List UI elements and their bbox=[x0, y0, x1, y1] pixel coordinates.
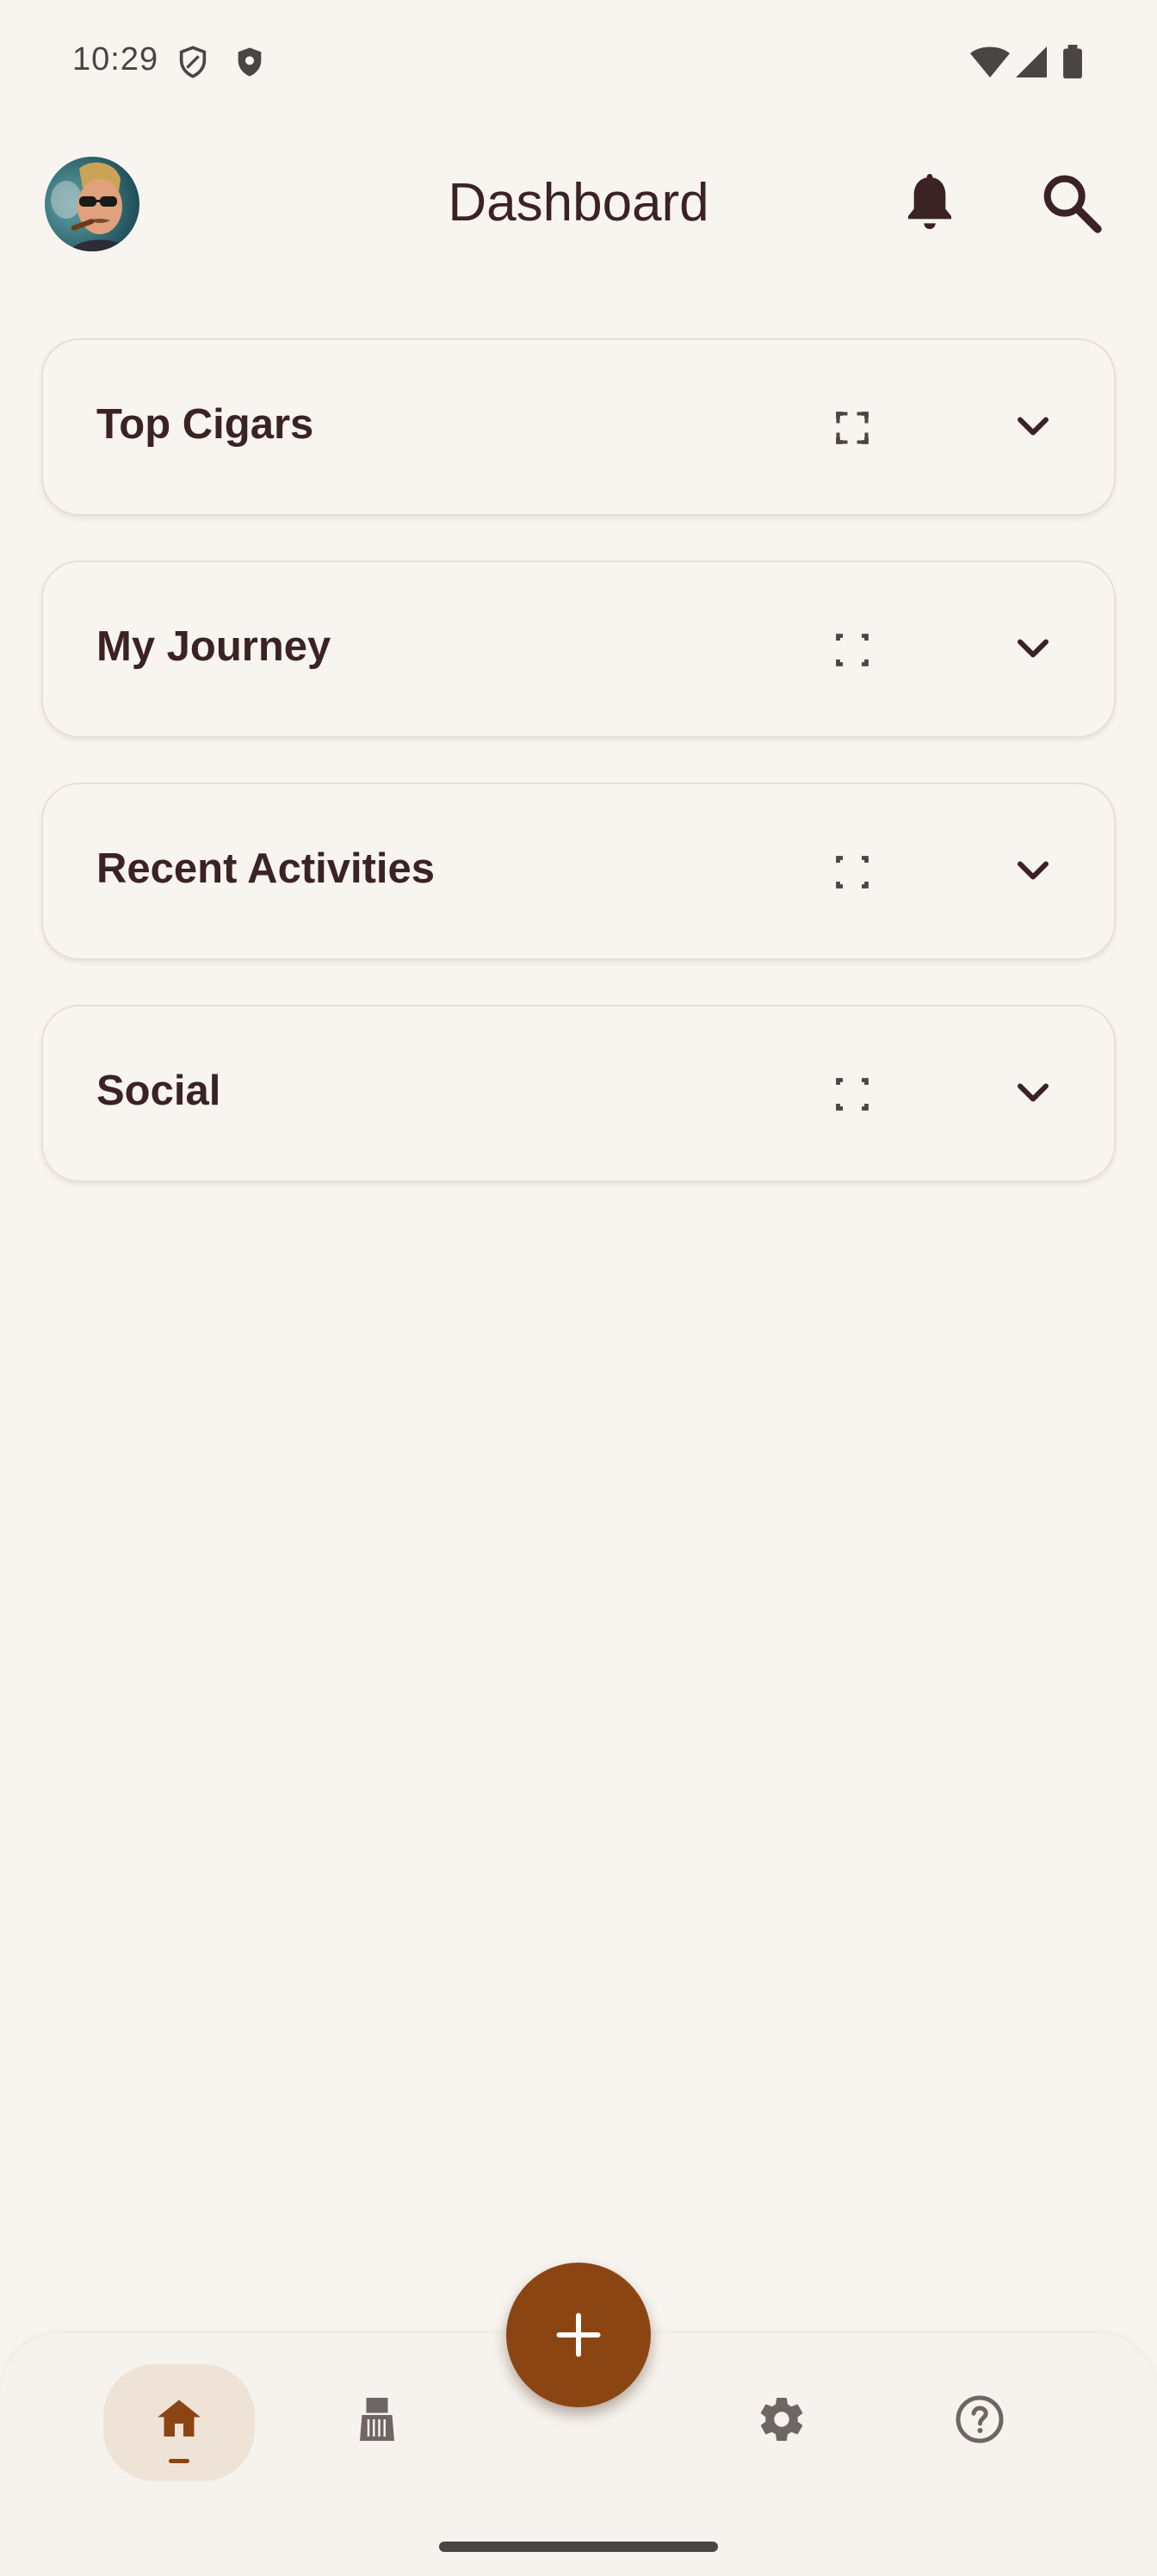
plus-icon bbox=[556, 2313, 601, 2357]
expand-icon[interactable] bbox=[833, 409, 871, 447]
card-recent-activities[interactable]: Recent Activities bbox=[41, 783, 1116, 960]
bell-icon bbox=[908, 174, 951, 229]
home-icon bbox=[158, 2400, 201, 2437]
card-title: Recent Activities bbox=[96, 845, 436, 892]
help-circle-icon bbox=[956, 2395, 1004, 2443]
active-indicator bbox=[169, 2459, 189, 2463]
search-icon bbox=[1043, 175, 1102, 233]
nav-humidor[interactable] bbox=[301, 2364, 453, 2481]
nav-help[interactable] bbox=[904, 2364, 1055, 2481]
cellular-icon bbox=[1014, 45, 1049, 79]
gesture-bar bbox=[439, 2542, 718, 2552]
top-app-bar: Dashboard bbox=[0, 146, 1157, 258]
battery-icon bbox=[1061, 45, 1085, 79]
shield-outline-icon bbox=[176, 45, 210, 79]
notifications-button[interactable] bbox=[895, 169, 964, 238]
card-social[interactable]: Social bbox=[41, 1005, 1116, 1182]
nav-settings[interactable] bbox=[706, 2364, 857, 2481]
add-button[interactable] bbox=[506, 2263, 651, 2407]
search-button[interactable] bbox=[1037, 169, 1106, 238]
card-title: My Journey bbox=[96, 623, 331, 670]
card-title: Top Cigars bbox=[96, 401, 314, 448]
chevron-down-icon[interactable] bbox=[1007, 845, 1059, 896]
card-top-cigars[interactable]: Top Cigars bbox=[41, 338, 1116, 516]
status-bar: 10:29 bbox=[0, 0, 1157, 129]
chevron-down-icon[interactable] bbox=[1007, 1067, 1059, 1118]
card-my-journey[interactable]: My Journey bbox=[41, 560, 1116, 738]
card-title: Social bbox=[96, 1068, 221, 1114]
chevron-down-icon[interactable] bbox=[1007, 400, 1059, 452]
nav-home[interactable] bbox=[103, 2364, 255, 2481]
status-time: 10:29 bbox=[72, 41, 159, 77]
humidor-icon bbox=[360, 2398, 394, 2441]
expand-icon[interactable] bbox=[833, 853, 871, 891]
wifi-icon bbox=[969, 45, 1011, 79]
gear-icon bbox=[760, 2398, 803, 2441]
chevron-down-icon[interactable] bbox=[1007, 622, 1059, 674]
page-title: Dashboard bbox=[448, 173, 709, 232]
expand-icon[interactable] bbox=[833, 631, 871, 669]
dashboard-cards: Top Cigars My Journey Recent Activities … bbox=[41, 338, 1116, 1227]
expand-icon[interactable] bbox=[833, 1075, 871, 1113]
shield-filled-icon bbox=[232, 45, 267, 79]
